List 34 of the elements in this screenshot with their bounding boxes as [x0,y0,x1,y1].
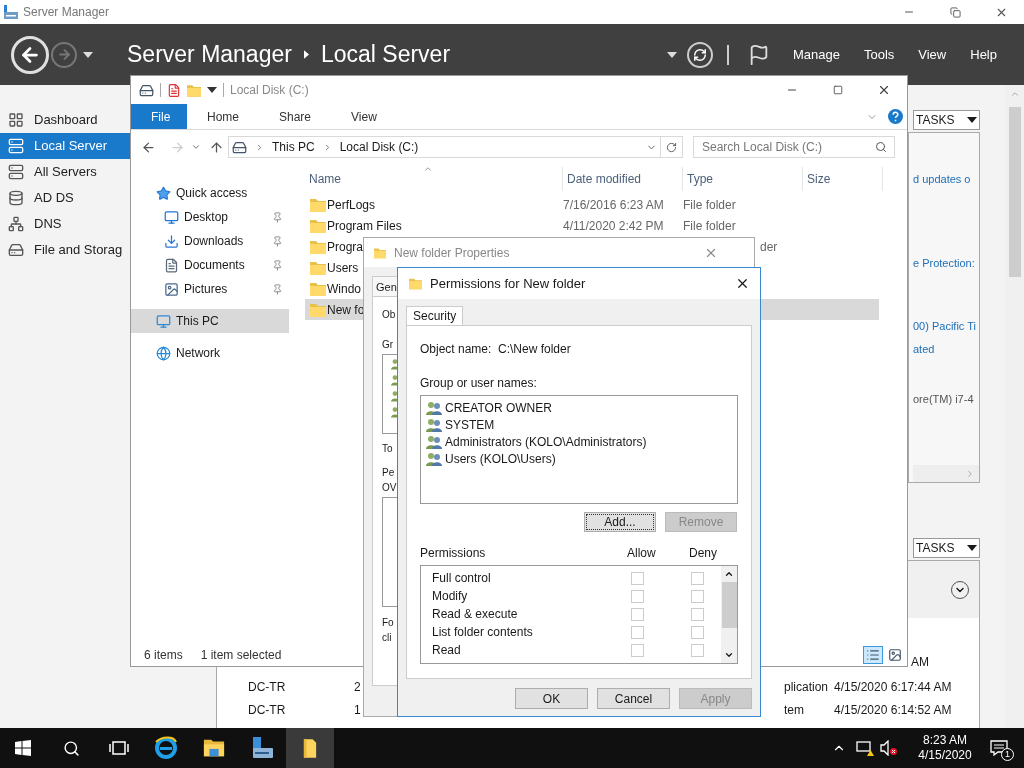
label-fragment: To [382,442,393,456]
selection-count: 1 item selected [200,647,282,664]
label-fragment: Gr [382,338,394,352]
table-cell-text: 4/15/2020 6:17:44 AM [834,678,952,696]
permission-name: Full control [432,570,492,587]
object-name-label: Object name: [420,341,493,358]
label-fragment: Pe [382,466,395,480]
table-cell-text: DC-TR [248,678,287,696]
permission-name: Read & execute [432,606,519,623]
label-fragment: OV [382,481,397,495]
permission-name: List folder contents [432,624,534,641]
group-label: Group or user names: [420,375,537,392]
table-cell-text: 4/15/2020 6:14:52 AM [834,701,952,719]
item-count: 6 items [144,647,183,664]
notification-count: 1 [1001,748,1014,761]
label-fragment: cli [382,631,392,645]
label-fragment: Fo [382,616,394,630]
deny-label: Deny [689,545,717,562]
dialog-title: New folder Properties [394,244,510,262]
table-cell-text: AM [911,654,929,671]
permissions-label: Permissions [420,545,487,562]
permission-name: Read [432,642,462,659]
label-fragment: Ob [382,308,396,322]
window-title: Server Manager [23,4,110,21]
table-cell-text: DC-TR [248,701,287,719]
table-cell-text: tem [784,701,805,719]
table-cell-text: 2 [354,678,362,696]
dialog-title: Permissions for New folder [430,274,586,293]
processor-text: ore(TM) i7-4 [913,392,974,407]
allow-label: Allow [627,545,657,562]
object-name-value: C:\New folder [498,341,571,358]
table-cell-text: plication [784,678,830,696]
window-title: Local Disk (C:) [230,82,309,99]
permission-name: Modify [432,588,469,605]
